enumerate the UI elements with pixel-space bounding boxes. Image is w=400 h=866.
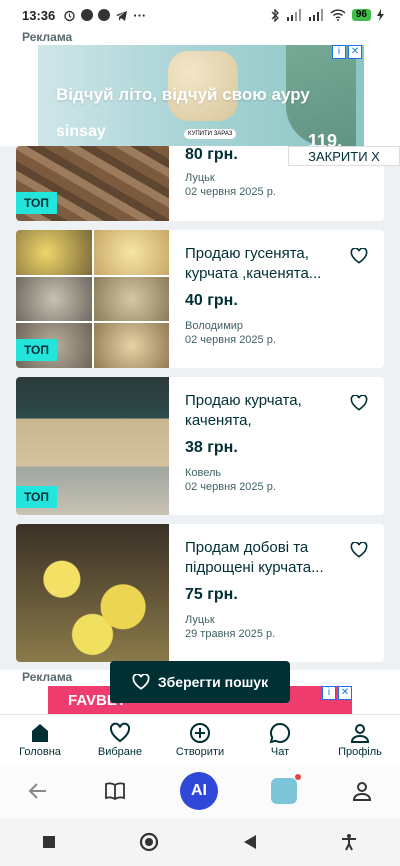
- ad-controls: i ✕: [332, 45, 362, 59]
- listing-price: 38 грн.: [185, 439, 238, 456]
- favorite-heart-icon[interactable]: [350, 542, 368, 558]
- listing-thumbnail: ТОП: [16, 230, 169, 368]
- app-notification-icon: [81, 9, 94, 21]
- browser-toolbar: AI: [0, 764, 400, 818]
- app-notification-icon: [98, 9, 111, 21]
- listing-date: 29 травня 2025 р.: [185, 628, 276, 640]
- profile-icon[interactable]: [350, 779, 374, 803]
- save-search-label: Зберегти пошук: [157, 674, 269, 690]
- status-bar: 13:36 ··· 96: [0, 0, 400, 30]
- listing-title[interactable]: Продаю гусенята, курчата ,каченята...: [185, 244, 325, 284]
- extension-icon[interactable]: [270, 774, 301, 804]
- nav-label: Створити: [175, 746, 225, 758]
- listing-info: Продаю курчата, каченята, гусинята,... 3…: [169, 377, 384, 515]
- ad-top: Реклама Відчуй літо, відчуй свою ауру si…: [0, 30, 400, 146]
- system-navigation: [0, 818, 400, 866]
- listing-location: Луцьк: [185, 614, 215, 626]
- nav-label: Чат: [270, 746, 290, 758]
- listing-image: [16, 524, 169, 662]
- nav-item-create[interactable]: Створити: [160, 715, 240, 764]
- ad-label: Реклама: [22, 30, 73, 44]
- listing-price: 75 грн.: [185, 586, 238, 603]
- battery-indicator: 96: [351, 9, 371, 21]
- ad-info-icon[interactable]: i: [332, 45, 346, 59]
- back-triangle-icon[interactable]: [243, 834, 257, 850]
- nav-label: Вибране: [97, 746, 143, 758]
- plus-circle-icon: [190, 723, 210, 743]
- nav-item-profile[interactable]: Профіль: [320, 715, 400, 764]
- listing-date: 02 червня 2025 р.: [185, 481, 276, 493]
- book-icon[interactable]: [103, 779, 127, 803]
- listing-price: 40 грн.: [185, 292, 238, 309]
- listing-thumbnail: ТОП: [16, 146, 169, 221]
- listing-card[interactable]: Продам добові та підрощені курчата... 75…: [16, 524, 384, 662]
- listing-card[interactable]: ТОП Продаю курчата, каченята, гусинята,.…: [16, 377, 384, 515]
- nav-label: Профіль: [338, 746, 382, 758]
- ad-label: Реклама: [22, 670, 73, 684]
- wifi-icon: [330, 9, 346, 21]
- status-time: 13:36: [22, 7, 56, 23]
- ai-assistant-button[interactable]: AI: [179, 772, 218, 810]
- listing-card[interactable]: ТОП Продаю гусенята, курчата ,каченята..…: [16, 230, 384, 368]
- chat-icon: [269, 722, 291, 744]
- listing-location: Ковель: [185, 467, 222, 479]
- ad-close-icon[interactable]: ✕: [348, 45, 362, 59]
- telegram-icon: [116, 10, 128, 21]
- listing-date: 02 червня 2025 р.: [185, 186, 276, 198]
- nav-item-chat[interactable]: Чат: [240, 715, 320, 764]
- bluetooth-icon: [271, 8, 279, 22]
- ad-cta: КУПИТИ ЗАРАЗ: [184, 129, 237, 139]
- back-arrow-icon[interactable]: [26, 779, 50, 803]
- recents-icon[interactable]: [42, 835, 56, 849]
- listings: ТОП 80 грн. Луцьк 02 червня 2025 р. ТОП …: [16, 146, 384, 671]
- signal-icon: [308, 9, 323, 21]
- home-icon: [32, 724, 48, 742]
- more-notifications-icon: ···: [133, 7, 147, 23]
- charging-icon: [377, 9, 384, 21]
- bottom-nav: Головна Вибране Створити Чат Профіль: [0, 714, 400, 764]
- listing-location: Луцьк: [185, 172, 215, 184]
- listing-location: Володимир: [185, 320, 244, 332]
- signal-icon: [286, 9, 301, 21]
- ad-controls: i ✕: [322, 686, 352, 700]
- nav-label: Головна: [19, 746, 61, 758]
- save-search-button[interactable]: Зберегти пошук: [110, 661, 290, 703]
- ad-close-icon[interactable]: ✕: [338, 686, 352, 700]
- listing-info: Продам добові та підрощені курчата... 75…: [169, 524, 384, 662]
- favorite-heart-icon[interactable]: [350, 248, 368, 264]
- heart-icon: [109, 722, 131, 743]
- ad-brand: sinsay: [56, 123, 106, 140]
- listing-date: 02 червня 2025 р.: [185, 334, 276, 346]
- listing-info: Продаю гусенята, курчата ,каченята... 40…: [169, 230, 384, 368]
- ad-price: 119.: [307, 131, 342, 146]
- favorite-heart-icon[interactable]: [350, 395, 368, 411]
- listing-title[interactable]: Продаю курчата, каченята, гусинята,...: [185, 391, 325, 431]
- top-badge: ТОП: [16, 486, 57, 508]
- profile-icon: [350, 724, 370, 743]
- home-circle-icon[interactable]: [139, 832, 159, 852]
- ad-headline: Відчуй літо, відчуй свою ауру: [56, 85, 310, 104]
- top-badge: ТОП: [16, 192, 57, 214]
- top-badge: ТОП: [16, 339, 57, 361]
- ad-banner[interactable]: Відчуй літо, відчуй свою ауру sinsay КУП…: [38, 45, 364, 146]
- heart-icon: [132, 674, 150, 690]
- accessibility-icon[interactable]: [340, 833, 358, 851]
- listing-thumbnail: ТОП: [16, 377, 169, 515]
- listing-thumbnail: [16, 524, 169, 662]
- listing-title[interactable]: Продам добові та підрощені курчата...: [185, 538, 325, 578]
- ad-info-icon[interactable]: i: [322, 686, 336, 700]
- close-ad-button[interactable]: ЗАКРИТИ X: [288, 146, 400, 166]
- nav-item-home[interactable]: Головна: [0, 715, 80, 764]
- nav-item-favorites[interactable]: Вибране: [80, 715, 160, 764]
- notification-icons: ···: [63, 8, 146, 23]
- alarm-icon: [64, 10, 75, 21]
